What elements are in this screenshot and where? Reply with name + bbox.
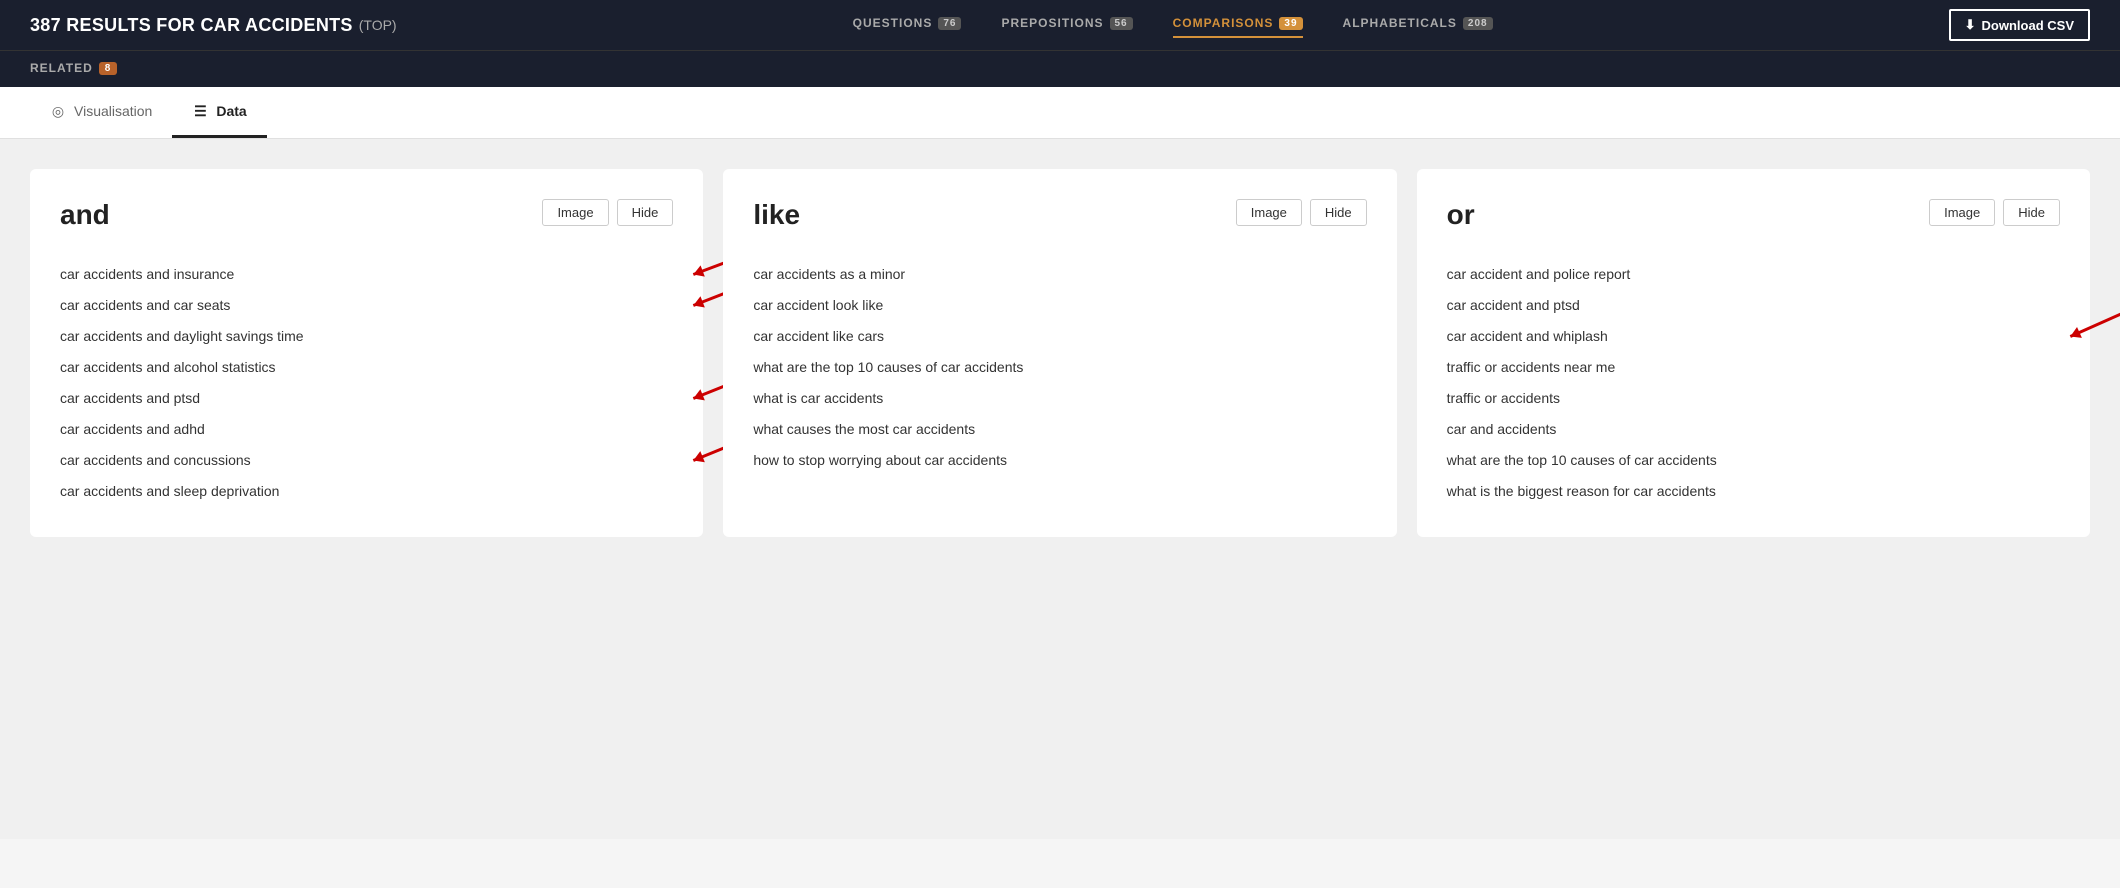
tab-count-prepositions: 56	[1110, 17, 1133, 30]
list-item: car accidents and adhd	[60, 414, 673, 445]
tab-label-questions: QUESTIONS	[853, 16, 933, 30]
download-label: Download CSV	[1982, 18, 2074, 33]
download-icon: ⬇	[1965, 17, 1976, 33]
list-item: traffic or accidents near me	[1447, 352, 2060, 383]
card-list-and: car accidents and insurancecar accidents…	[60, 259, 673, 507]
list-item: what are the top 10 causes of car accide…	[753, 352, 1366, 383]
image-button-and[interactable]: Image	[542, 199, 608, 226]
tab-count-alphabeticals: 208	[1463, 17, 1493, 30]
view-tab-label-data: Data	[216, 103, 246, 119]
list-item: car accidents and concussions	[60, 445, 673, 476]
card-header-and: and Image Hide	[60, 199, 673, 231]
list-item: how to stop worrying about car accidents	[753, 445, 1366, 476]
tab-count-questions: 76	[938, 17, 961, 30]
card-or: or Image Hide car accident and police re…	[1417, 169, 2090, 537]
list-item: car accident and whiplash	[1447, 321, 2060, 352]
download-csv-button[interactable]: ⬇ Download CSV	[1949, 9, 2090, 41]
view-tab-data[interactable]: ☰ Data	[172, 87, 266, 138]
card-actions-and: Image Hide	[542, 199, 673, 226]
card-header-or: or Image Hide	[1447, 199, 2060, 231]
tab-label-comparisons: COMPARISONS	[1173, 16, 1274, 30]
view-tab-visualisation[interactable]: ◎ Visualisation	[30, 87, 172, 138]
hide-button-like[interactable]: Hide	[1310, 199, 1367, 226]
main-header: 387 RESULTS FOR CAR ACCIDENTS (TOP) QUES…	[0, 0, 2120, 50]
page-subtitle: (TOP)	[359, 17, 397, 33]
card-title-like: like	[753, 199, 800, 231]
view-tab-label-visualisation: Visualisation	[74, 103, 152, 119]
main-content: and Image Hide car accidents and insuran…	[0, 139, 2120, 839]
image-button-like[interactable]: Image	[1236, 199, 1302, 226]
view-tabs: ◎ Visualisation ☰ Data	[0, 87, 2120, 139]
list-item: car accidents as a minor	[753, 259, 1366, 290]
visualisation-icon: ◎	[50, 103, 66, 119]
sub-header: RELATED 8	[0, 50, 2120, 87]
list-item: car accidents and car seats	[60, 290, 673, 321]
tab-count-comparisons: 39	[1279, 17, 1302, 30]
image-button-or[interactable]: Image	[1929, 199, 1995, 226]
header-tab-alphabeticals[interactable]: ALPHABETICALS 208	[1343, 16, 1493, 34]
list-item: car accidents and insurance	[60, 259, 673, 290]
related-count: 8	[99, 62, 118, 75]
list-item: traffic or accidents	[1447, 383, 2060, 414]
card-list-or: car accident and police reportcar accide…	[1447, 259, 2060, 507]
header-tab-questions[interactable]: QUESTIONS 76	[853, 16, 962, 34]
list-item: what is car accidents	[753, 383, 1366, 414]
list-item: what causes the most car accidents	[753, 414, 1366, 445]
card-title-and: and	[60, 199, 110, 231]
list-item: car accidents and ptsd	[60, 383, 673, 414]
card-header-like: like Image Hide	[753, 199, 1366, 231]
list-item: car accident and police report	[1447, 259, 2060, 290]
cards-container: and Image Hide car accidents and insuran…	[30, 169, 2090, 537]
data-icon: ☰	[192, 103, 208, 119]
related-label: RELATED	[30, 61, 93, 75]
list-item: car and accidents	[1447, 414, 2060, 445]
list-item: car accidents and sleep deprivation	[60, 476, 673, 507]
related-badge: RELATED 8	[30, 61, 117, 75]
header-tab-comparisons[interactable]: COMPARISONS 39	[1173, 16, 1303, 34]
list-item: car accidents and alcohol statistics	[60, 352, 673, 383]
list-item: car accident look like	[753, 290, 1366, 321]
header-tab-prepositions[interactable]: PREPOSITIONS 56	[1001, 16, 1132, 34]
card-and: and Image Hide car accidents and insuran…	[30, 169, 703, 537]
list-item: what are the top 10 causes of car accide…	[1447, 445, 2060, 476]
card-title-or: or	[1447, 199, 1475, 231]
list-item: what is the biggest reason for car accid…	[1447, 476, 2060, 507]
tab-label-prepositions: PREPOSITIONS	[1001, 16, 1103, 30]
nav-tabs: QUESTIONS 76 PREPOSITIONS 56 COMPARISONS…	[853, 16, 1493, 34]
card-actions-or: Image Hide	[1929, 199, 2060, 226]
tab-label-alphabeticals: ALPHABETICALS	[1343, 16, 1457, 30]
list-item: car accidents and daylight savings time	[60, 321, 673, 352]
hide-button-and[interactable]: Hide	[617, 199, 674, 226]
page-title: 387 RESULTS FOR CAR ACCIDENTS	[30, 15, 353, 36]
header-left: 387 RESULTS FOR CAR ACCIDENTS (TOP)	[30, 15, 397, 36]
list-item: car accident like cars	[753, 321, 1366, 352]
card-actions-like: Image Hide	[1236, 199, 1367, 226]
card-like: like Image Hide car accidents as a minor…	[723, 169, 1396, 537]
hide-button-or[interactable]: Hide	[2003, 199, 2060, 226]
list-item: car accident and ptsd	[1447, 290, 2060, 321]
card-list-like: car accidents as a minorcar accident loo…	[753, 259, 1366, 476]
